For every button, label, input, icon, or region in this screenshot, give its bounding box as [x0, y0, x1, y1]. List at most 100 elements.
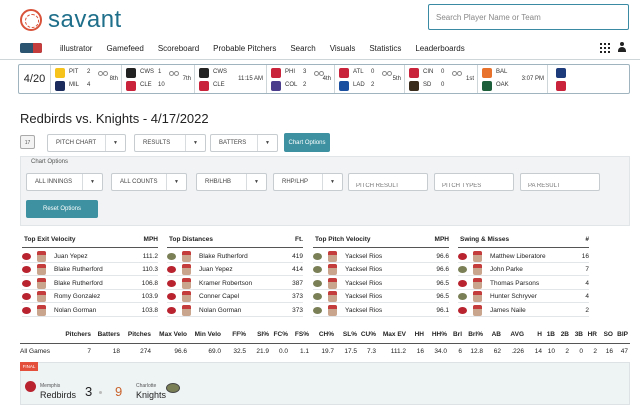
nav-illustrator[interactable]: illustrator: [60, 44, 92, 53]
stats-column-header[interactable]: HR: [588, 331, 597, 338]
pitch-types-field[interactable]: [434, 173, 514, 194]
batter-hand-dropdown[interactable]: RHB/LHB ▼: [196, 173, 267, 191]
scoreboard-game[interactable]: ATL 0 LAD 2 5th: [335, 65, 405, 93]
player-name[interactable]: Conner Capel: [199, 293, 239, 300]
stats-column-header[interactable]: HH: [415, 331, 424, 338]
player-name[interactable]: Yacksel Rios: [345, 293, 382, 300]
nav-scoreboard[interactable]: Scoreboard: [158, 44, 199, 53]
stats-column-header[interactable]: FS%: [295, 331, 309, 338]
player-name[interactable]: Yacksel Rios: [345, 307, 382, 314]
results-dropdown[interactable]: RESULTS ▼: [134, 134, 206, 152]
player-name[interactable]: Blake Rutherford: [54, 280, 103, 287]
savant-logo[interactable]: savant: [20, 6, 122, 34]
leaderboard-row[interactable]: John Parke 7: [458, 263, 589, 277]
stats-column-header[interactable]: CH%: [319, 331, 334, 338]
leaderboard-row[interactable]: Blake Rutherford 106.8: [22, 277, 158, 290]
leaderboard-row[interactable]: Kramer Robertson 387: [167, 277, 303, 290]
leaderboard-row[interactable]: Nolan Gorman 103.8: [22, 304, 158, 317]
pitch-result-field[interactable]: [348, 173, 428, 194]
player-name[interactable]: Hunter Schryver: [490, 293, 537, 300]
leaderboard-row[interactable]: Hunter Schryver 4: [458, 290, 589, 304]
nav-statistics[interactable]: Statistics: [369, 44, 401, 53]
stats-column-header[interactable]: FF%: [232, 331, 246, 338]
pitch-chart-dropdown[interactable]: PITCH CHART ▼: [47, 134, 126, 152]
player-name[interactable]: Romy Gonzalez: [54, 293, 100, 300]
stats-column-header[interactable]: SI%: [257, 331, 269, 338]
calendar-icon[interactable]: 17: [20, 135, 35, 149]
player-name[interactable]: Kramer Robertson: [199, 280, 252, 287]
pa-result-field[interactable]: [520, 173, 600, 194]
stats-column-header[interactable]: SL%: [343, 331, 357, 338]
scoreboard-game[interactable]: PIT 2 MIL 4 8th: [51, 65, 122, 93]
leaderboard-row[interactable]: Blake Rutherford 110.3: [22, 263, 158, 277]
stats-column-header[interactable]: AB: [492, 331, 501, 338]
stats-column-header[interactable]: Pitches: [128, 331, 151, 338]
pa-result-input[interactable]: [521, 178, 599, 194]
leaderboard-row[interactable]: Matthew Liberatore 16: [458, 250, 589, 263]
scoreboard-game[interactable]: PHI 3 COL 2 4th: [267, 65, 335, 93]
leaderboard-row[interactable]: Thomas Parsons 4: [458, 277, 589, 290]
stats-column-header[interactable]: BIP: [617, 331, 628, 338]
stats-column-header[interactable]: SO: [604, 331, 613, 338]
leaderboard-row[interactable]: James Naile 2: [458, 304, 589, 317]
leaderboard-row[interactable]: Yacksel Rios 96.5: [313, 290, 449, 304]
player-name[interactable]: Yacksel Rios: [345, 280, 382, 287]
player-name[interactable]: Yacksel Rios: [345, 266, 382, 273]
scoreboard-game[interactable]: BAL OAK 3:07 PM: [478, 65, 548, 93]
stats-column-header[interactable]: Max EV: [383, 331, 406, 338]
scoreboard-date[interactable]: 4/20: [19, 65, 51, 93]
pitch-result-input[interactable]: [349, 178, 427, 194]
pitcher-hand-dropdown[interactable]: RHP/LHP ▼: [273, 173, 343, 191]
player-name[interactable]: Juan Yepez: [54, 253, 88, 260]
stats-column-header[interactable]: Batters: [98, 331, 120, 338]
player-name[interactable]: Yacksel Rios: [345, 253, 382, 260]
mlb-logo-icon[interactable]: [20, 43, 42, 53]
scoreboard-game[interactable]: CWS CLE 11:15 AM: [195, 65, 267, 93]
player-name[interactable]: Nolan Gorman: [54, 307, 96, 314]
stats-column-header[interactable]: H: [537, 331, 542, 338]
stats-column-header[interactable]: Min Velo: [195, 331, 221, 338]
chart-options-button[interactable]: Chart Options: [284, 133, 330, 152]
reset-options-button[interactable]: Reset Options: [26, 200, 98, 218]
stats-column-header[interactable]: 1B: [547, 331, 555, 338]
stats-column-header[interactable]: Brl%: [468, 331, 483, 338]
player-name[interactable]: Blake Rutherford: [54, 266, 103, 273]
search-input[interactable]: [429, 5, 628, 29]
stats-column-header[interactable]: CU%: [361, 331, 376, 338]
stats-column-header[interactable]: Brl: [453, 331, 462, 338]
leaderboard-row[interactable]: Juan Yepez 414: [167, 263, 303, 277]
stats-column-header[interactable]: HH%: [432, 331, 447, 338]
user-account-icon[interactable]: [617, 42, 627, 53]
leaderboard-row[interactable]: Romy Gonzalez 103.9: [22, 290, 158, 304]
stats-column-header[interactable]: 3B: [575, 331, 583, 338]
player-search-field[interactable]: [428, 4, 629, 30]
player-name[interactable]: John Parke: [490, 266, 523, 273]
nav-gamefeed[interactable]: Gamefeed: [106, 44, 143, 53]
stats-column-header[interactable]: Pitchers: [65, 331, 91, 338]
stats-column-header[interactable]: Max Velo: [159, 331, 187, 338]
leaderboard-row[interactable]: Yacksel Rios 96.1: [313, 304, 449, 317]
leaderboard-row[interactable]: Blake Rutherford 419: [167, 250, 303, 263]
leaderboard-row[interactable]: Conner Capel 373: [167, 290, 303, 304]
scoreboard-game[interactable]: CWS 1 CLE 10 7th: [122, 65, 195, 93]
apps-grid-icon[interactable]: [600, 43, 610, 53]
player-name[interactable]: Juan Yepez: [199, 266, 233, 273]
final-game-card[interactable]: [20, 362, 630, 405]
nav-leaderboards[interactable]: Leaderboards: [415, 44, 464, 53]
stats-column-header[interactable]: FC%: [274, 331, 288, 338]
nav-search[interactable]: Search: [290, 44, 315, 53]
scoreboard-game[interactable]: CIN 0 SD 0 1st: [405, 65, 478, 93]
leaderboard-row[interactable]: Yacksel Rios 96.6: [313, 263, 449, 277]
player-name[interactable]: James Naile: [490, 307, 526, 314]
player-name[interactable]: Thomas Parsons: [490, 280, 539, 287]
counts-dropdown[interactable]: ALL COUNTS ▼: [111, 173, 187, 191]
player-name[interactable]: Blake Rutherford: [199, 253, 248, 260]
player-name[interactable]: Matthew Liberatore: [490, 253, 546, 260]
batters-dropdown[interactable]: BATTERS ▼: [210, 134, 278, 152]
leaderboard-row[interactable]: Juan Yepez 111.2: [22, 250, 158, 263]
innings-dropdown[interactable]: ALL INNINGS ▼: [26, 173, 103, 191]
nav-visuals[interactable]: Visuals: [330, 44, 356, 53]
stats-column-header[interactable]: AVG: [510, 331, 524, 338]
leaderboard-row[interactable]: Yacksel Rios 96.6: [313, 250, 449, 263]
stats-column-header[interactable]: 2B: [561, 331, 569, 338]
